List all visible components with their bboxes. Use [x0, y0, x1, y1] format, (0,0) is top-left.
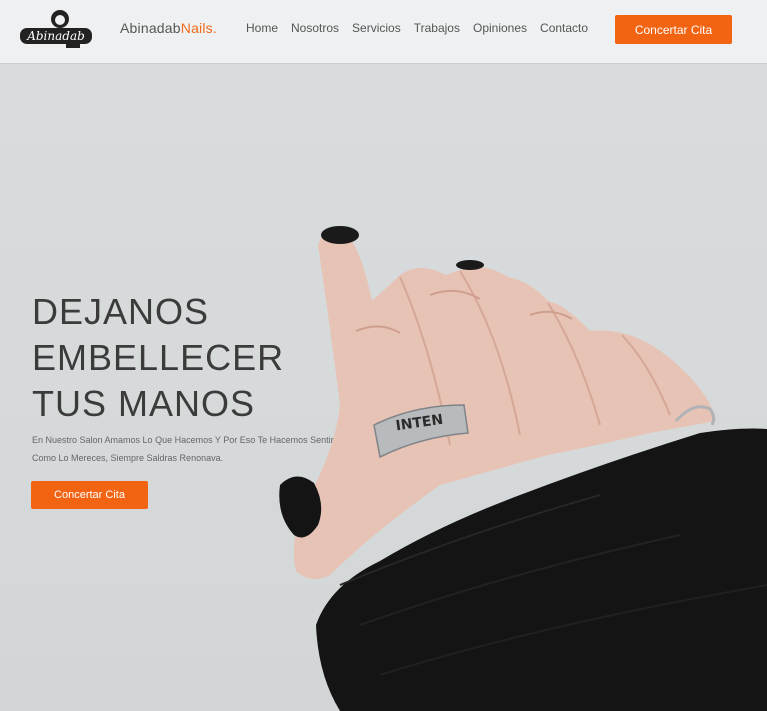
nav-nosotros[interactable]: Nosotros: [291, 21, 339, 35]
nav-contacto[interactable]: Contacto: [540, 21, 588, 35]
hero-concertar-cita-button[interactable]: Concertar Cita: [31, 481, 148, 509]
logo[interactable]: Abinadab: [18, 6, 94, 50]
nav-home[interactable]: Home: [246, 21, 278, 35]
site-header: Abinadab AbinadabNails. Home Nosotros Se…: [0, 0, 767, 64]
hero-subtitle: En Nuestro Salon Amamos Lo Que Hacemos Y…: [32, 435, 334, 463]
brand-name-main: Abinadab: [120, 20, 181, 36]
brand-name[interactable]: AbinadabNails.: [120, 20, 217, 36]
logo-wordmark: Abinadab: [26, 29, 85, 43]
hero-title: DEJANOS EMBELLECER TUS MANOS: [32, 291, 285, 424]
page: Abinadab AbinadabNails. Home Nosotros Se…: [0, 0, 767, 711]
nav-opiniones[interactable]: Opiniones: [473, 21, 527, 35]
main-nav: Home Nosotros Servicios Trabajos Opinion…: [246, 21, 588, 35]
brand-name-accent: Nails.: [180, 20, 217, 36]
hero-section: INTEN DEJANOS EMBELLECER TUS MANOS En Nu…: [0, 65, 767, 711]
nav-servicios[interactable]: Servicios: [352, 21, 401, 35]
header-concertar-cita-button[interactable]: Concertar Cita: [615, 15, 732, 44]
nav-trabajos[interactable]: Trabajos: [414, 21, 460, 35]
